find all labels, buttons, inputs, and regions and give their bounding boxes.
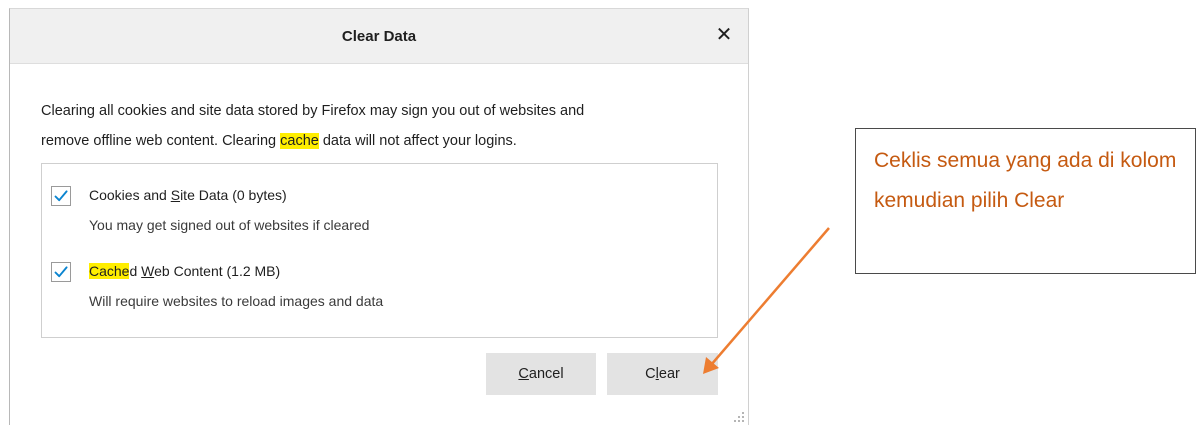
description-line-2-start: remove offline web content. Clearing — [41, 133, 281, 149]
cancel-button[interactable]: Cancel — [486, 353, 596, 395]
description-line-2-end: data will not affect your logins. — [318, 133, 517, 149]
cookies-access-key: S — [170, 187, 181, 203]
clear-data-dialog: Clear Data ✕ Clearing all cookies and si… — [9, 8, 749, 425]
close-icon[interactable]: ✕ — [712, 23, 736, 47]
description-line-1: Clearing all cookies and site data store… — [41, 103, 585, 119]
cache-option-label: Cached Web Content (1.2 MB) — [89, 263, 280, 279]
cookies-option-label: Cookies and Site Data (0 bytes) — [89, 187, 287, 203]
instruction-callout: Ceklis semua yang ada di kolom kemudian … — [855, 128, 1196, 274]
cache-label-mid: d — [129, 263, 142, 279]
cookies-label-start: Cookies and — [89, 187, 171, 203]
options-group: Cookies and Site Data (0 bytes) You may … — [41, 163, 718, 338]
dialog-title: Clear Data — [341, 28, 417, 45]
checkmark-icon — [54, 266, 68, 278]
checkmark-icon — [54, 190, 68, 202]
cancel-label-rest: ancel — [528, 366, 564, 382]
cache-checkbox[interactable] — [51, 262, 71, 282]
cookies-option-description: You may get signed out of websites if cl… — [89, 217, 370, 233]
callout-text: Ceklis semua yang ada di kolom kemudian … — [874, 149, 1177, 212]
clear-label-start: C — [645, 366, 656, 382]
dialog-description: Clearing all cookies and site data store… — [41, 96, 721, 156]
cache-label-highlight: Cache — [89, 263, 130, 279]
cancel-access-key: C — [518, 366, 529, 382]
clear-label-end: ear — [658, 366, 680, 382]
dialog-titlebar: Clear Data ✕ — [10, 9, 748, 64]
highlighted-word-cache: cache — [280, 133, 319, 149]
resize-grip-icon[interactable] — [733, 411, 745, 423]
cookies-checkbox[interactable] — [51, 186, 71, 206]
cookies-label-end: ite Data (0 bytes) — [180, 187, 287, 203]
cache-option-description: Will require websites to reload images a… — [89, 293, 384, 309]
cache-label-end: eb Content (1.2 MB) — [154, 263, 281, 279]
cache-access-key: W — [141, 263, 155, 279]
clear-button[interactable]: Clear — [607, 353, 718, 395]
